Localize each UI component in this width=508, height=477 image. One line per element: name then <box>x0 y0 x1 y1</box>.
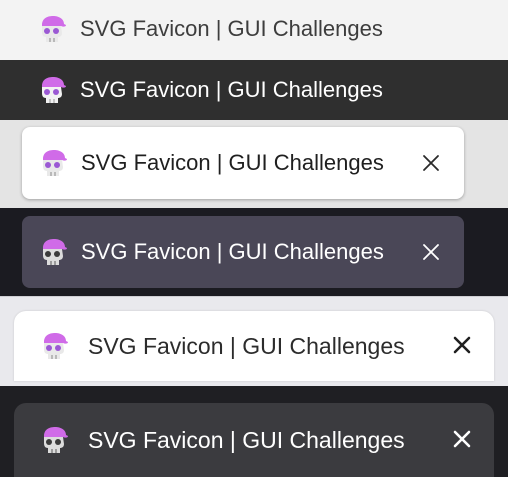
skull-with-cap-icon <box>38 424 70 456</box>
tab-title: SVG Favicon | GUI Challenges <box>80 77 383 102</box>
tab-title: SVG Favicon | GUI Challenges <box>81 150 384 175</box>
browser-tab[interactable]: SVG Favicon | GUI Challenges <box>22 127 464 199</box>
tab-title: SVG Favicon | GUI Challenges <box>80 16 383 41</box>
close-x-icon[interactable] <box>418 239 444 265</box>
tab-title: SVG Favicon | GUI Challenges <box>81 239 384 264</box>
skull-with-cap-icon <box>36 74 68 106</box>
browser-tab[interactable]: SVG Favicon | GUI Challenges <box>14 403 494 477</box>
browser-tab[interactable]: SVG Favicon | GUI Challenges <box>14 311 494 381</box>
skull-with-cap-icon <box>38 330 70 362</box>
browser-tab[interactable]: SVG Favicon | GUI Challenges <box>36 74 383 106</box>
skull-with-cap-icon <box>37 147 69 179</box>
close-x-icon[interactable] <box>449 426 475 452</box>
close-x-icon[interactable] <box>418 150 444 176</box>
skull-with-cap-icon <box>37 236 69 268</box>
tab-title: SVG Favicon | GUI Challenges <box>88 426 405 453</box>
browser-tab[interactable]: SVG Favicon | GUI Challenges <box>22 216 464 288</box>
close-x-icon[interactable] <box>449 332 475 358</box>
tab-title: SVG Favicon | GUI Challenges <box>88 332 405 359</box>
browser-tab[interactable]: SVG Favicon | GUI Challenges <box>36 13 383 45</box>
skull-with-cap-icon <box>36 13 68 45</box>
